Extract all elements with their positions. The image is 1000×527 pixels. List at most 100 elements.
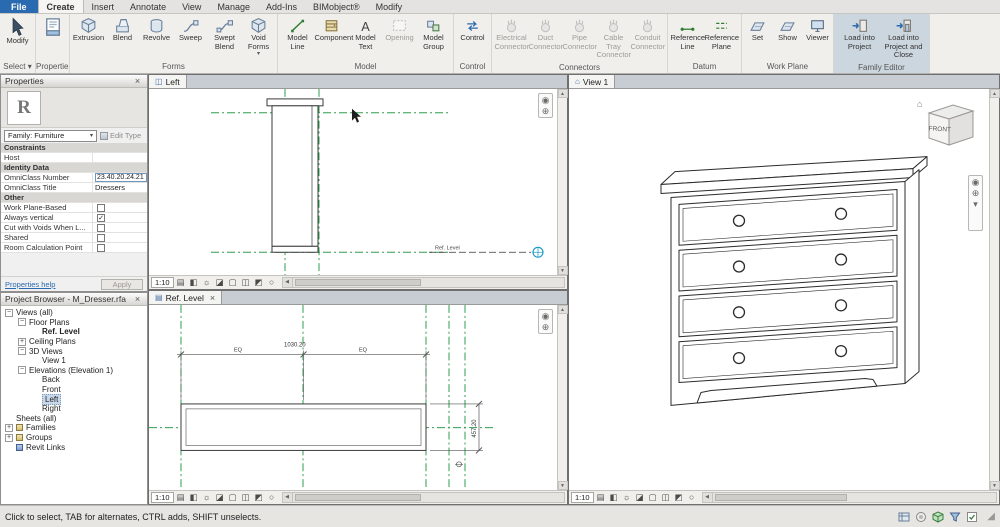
detail-level-icon[interactable]: ▤ (175, 277, 187, 288)
scrollbar-thumb[interactable] (294, 279, 422, 286)
always-vertical-checkbox[interactable]: ✓ (97, 213, 105, 222)
plan-canvas[interactable]: EQ EQ 1030.20 457.20 ◉ ⊕ (149, 305, 557, 490)
detail-level-icon[interactable]: ▤ (595, 492, 607, 503)
constraints-section-header[interactable]: Constraints (1, 143, 147, 153)
select-toggle-icon[interactable] (966, 511, 978, 523)
omniclass-title-value[interactable]: Dressers (93, 183, 147, 192)
scroll-down-icon[interactable]: ▼ (557, 266, 568, 275)
close-view-icon[interactable]: × (210, 293, 215, 303)
detail-level-icon[interactable]: ▤ (175, 492, 187, 503)
sweep-button[interactable]: Sweep (174, 16, 208, 44)
reference-line-button[interactable]: Reference Line (671, 16, 705, 52)
expand-icon[interactable]: + (18, 337, 26, 346)
scroll-left-icon[interactable]: ◀ (702, 493, 713, 502)
scrollbar-thumb[interactable] (714, 494, 847, 501)
room-calculation-point-checkbox[interactable] (97, 243, 105, 252)
shadows-icon[interactable]: ◪ (214, 492, 226, 503)
zoom-icon[interactable]: ⊕ (542, 106, 550, 116)
vertical-scrollbar[interactable]: ▲ ▼ (557, 89, 568, 275)
properties-button[interactable] (36, 16, 69, 38)
revolve-button[interactable]: Revolve (140, 16, 174, 44)
tree-item-families[interactable]: + Families (1, 423, 147, 433)
collapse-icon[interactable]: − (5, 308, 13, 317)
scroll-down-icon[interactable]: ▼ (557, 481, 568, 490)
horizontal-scrollbar[interactable]: ◀ (281, 492, 565, 503)
swept-blend-button[interactable]: Swept Blend (208, 16, 242, 52)
design-options-icon[interactable] (915, 511, 927, 523)
sun-path-icon[interactable]: ☼ (621, 492, 633, 503)
other-section-header[interactable]: Other (1, 193, 147, 203)
tree-item-ref-level[interactable]: Ref. Level (1, 327, 147, 337)
apply-button[interactable]: Apply (101, 278, 143, 290)
properties-help-link[interactable]: Properties help (5, 280, 55, 289)
model-line-button[interactable]: Model Line (281, 16, 315, 52)
tab-create[interactable]: Create (37, 0, 84, 13)
tree-item-floor-plans[interactable]: − Floor Plans (1, 318, 147, 328)
shadows-icon[interactable]: ◪ (214, 277, 226, 288)
pipe-connector-button[interactable]: Pipe Connector (563, 16, 597, 52)
tree-item-views-all[interactable]: − Views (all) (1, 308, 147, 318)
work-plane-based-checkbox[interactable] (97, 203, 105, 212)
steering-wheel-icon[interactable]: ◉ (542, 311, 550, 321)
blend-button[interactable]: Blend (106, 16, 140, 44)
reveal-hidden-elements-icon[interactable]: ○ (266, 492, 278, 503)
scale-selector[interactable]: 1:10 (151, 492, 174, 503)
shadows-icon[interactable]: ◪ (634, 492, 646, 503)
identity-data-section-header[interactable]: Identity Data (1, 163, 147, 173)
visual-style-icon[interactable]: ◧ (608, 492, 620, 503)
tree-item-3d-views[interactable]: −3D Views (1, 346, 147, 356)
scroll-up-icon[interactable]: ▲ (989, 89, 1000, 98)
reveal-hidden-elements-icon[interactable]: ○ (686, 492, 698, 503)
modify-button[interactable]: Modify (1, 16, 35, 47)
3d-canvas[interactable]: ⌂ FRONT ◉ ⊕ ▾ (569, 89, 989, 490)
temporary-hide-isolate-icon[interactable]: ◩ (673, 492, 685, 503)
cable-tray-connector-button[interactable]: Cable Tray Connector (597, 16, 631, 61)
cut-with-voids-checkbox[interactable] (97, 223, 105, 232)
expand-icon[interactable]: + (5, 433, 13, 442)
zoom-icon[interactable]: ⊕ (542, 322, 550, 332)
model-group-button[interactable]: Model Group (417, 16, 451, 52)
reveal-hidden-elements-icon[interactable]: ○ (266, 277, 278, 288)
crop-view-icon[interactable]: ▢ (227, 492, 239, 503)
steering-wheel-icon[interactable]: ◉ (972, 177, 980, 187)
host-value-cell[interactable] (93, 153, 147, 162)
electrical-connector-button[interactable]: Electrical Connector (495, 16, 529, 52)
sun-path-icon[interactable]: ☼ (201, 492, 213, 503)
shared-checkbox[interactable] (97, 233, 105, 242)
duct-connector-button[interactable]: Duct Connector (529, 16, 563, 52)
visual-style-icon[interactable]: ◧ (188, 277, 200, 288)
worksets-icon[interactable] (898, 511, 910, 523)
crop-region-visibility-icon[interactable]: ◫ (660, 492, 672, 503)
vertical-scrollbar[interactable]: ▲ ▼ (557, 305, 568, 490)
scale-selector[interactable]: 1:10 (571, 492, 594, 503)
tree-item-ceiling-plans[interactable]: + Ceiling Plans (1, 337, 147, 347)
load-into-project-and-close-button[interactable]: Load into Project and Close (882, 16, 926, 61)
tab-insert[interactable]: Insert (84, 0, 123, 13)
tab-annotate[interactable]: Annotate (122, 0, 174, 13)
crop-view-icon[interactable]: ▢ (647, 492, 659, 503)
tree-item-back[interactable]: Back (1, 375, 147, 385)
view-tab-ref-level[interactable]: ▤ Ref. Level × (149, 291, 223, 304)
tree-item-front[interactable]: Front (1, 385, 147, 395)
select-panel-label[interactable]: Select ▾ (0, 60, 35, 73)
visual-style-icon[interactable]: ◧ (188, 492, 200, 503)
type-selector-dropdown[interactable]: Family: Furniture ▾ (4, 129, 97, 142)
tree-item-view-1[interactable]: View 1 (1, 356, 147, 366)
tab-manage[interactable]: Manage (209, 0, 258, 13)
crop-region-visibility-icon[interactable]: ◫ (240, 492, 252, 503)
tree-item-groups[interactable]: + Groups (1, 433, 147, 443)
project-browser-close-icon[interactable]: × (132, 294, 143, 304)
tab-bimobject[interactable]: BIMobject® (305, 0, 368, 13)
control-button[interactable]: Control (456, 16, 490, 44)
collapse-icon[interactable]: − (18, 366, 26, 375)
reference-plane-button[interactable]: Reference Plane (705, 16, 739, 52)
void-forms-dropdown-icon[interactable]: ▾ (257, 51, 260, 57)
elevation-canvas[interactable]: Ref. Level ◉ ⊕ (149, 89, 557, 275)
sun-path-icon[interactable]: ☼ (201, 277, 213, 288)
view-cube[interactable]: ⌂ FRONT (915, 95, 981, 153)
editable-only-icon[interactable] (932, 510, 944, 523)
file-tab[interactable]: File (0, 0, 38, 13)
tree-item-sheets[interactable]: Sheets (all) (1, 414, 147, 424)
show-work-plane-button[interactable]: Show (773, 16, 803, 44)
collapse-icon[interactable]: − (18, 347, 26, 356)
